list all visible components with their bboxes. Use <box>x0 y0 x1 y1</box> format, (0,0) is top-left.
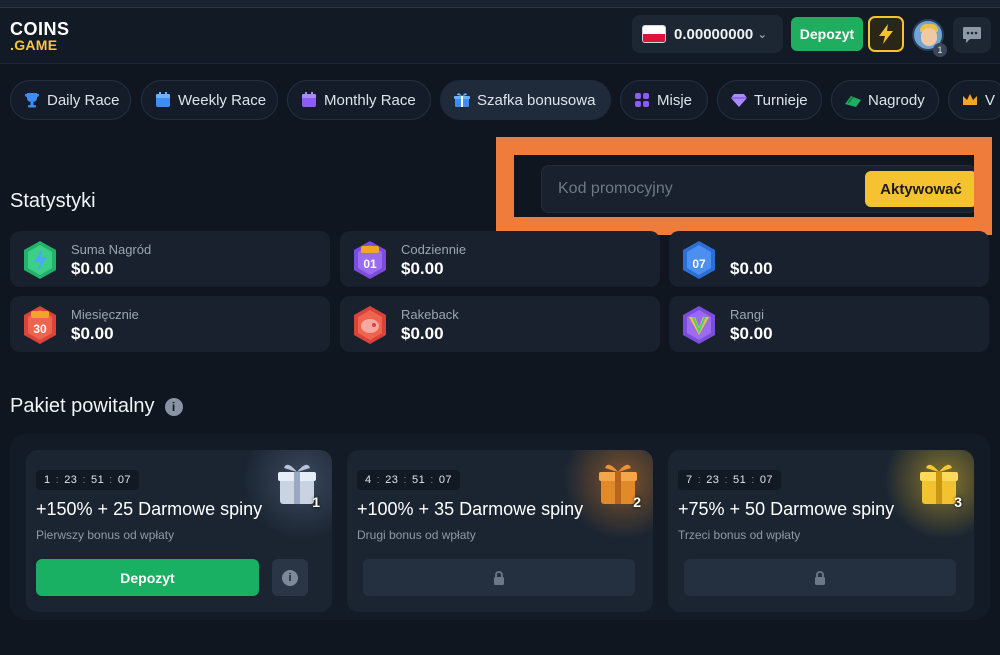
stat-weekly: 07 $0.00 <box>669 231 989 287</box>
locked-button <box>684 559 956 596</box>
crown-icon <box>963 94 977 105</box>
deposit-bonus-button[interactable]: Depozyt <box>36 559 259 596</box>
bonus-card-2: 4: 23: 51: 07 2 +100% + 35 Darmowe spiny… <box>347 450 653 612</box>
stat-value: $0.00 <box>401 259 444 278</box>
tab-daily-race[interactable]: Daily Race <box>10 80 131 120</box>
bonus-card-3: 7: 23: 51: 07 3 +75% + 50 Darmowe spiny … <box>668 450 974 612</box>
chat-button[interactable] <box>953 17 991 53</box>
lightning-button[interactable] <box>868 16 904 52</box>
poland-flag-icon <box>642 25 666 43</box>
tab-weekly-race[interactable]: Weekly Race <box>141 80 278 120</box>
stat-ranks: Rangi $0.00 <box>669 296 989 352</box>
stat-value: $0.00 <box>71 259 114 278</box>
svg-text:30: 30 <box>33 322 47 336</box>
tab-label: Daily Race <box>47 91 120 109</box>
svg-text:01: 01 <box>363 257 377 271</box>
rank-badge-icon <box>683 306 715 344</box>
logo[interactable]: COINS .GAME <box>10 20 70 52</box>
activate-button[interactable]: Aktywować <box>865 171 977 207</box>
stat-rakeback: Rakeback $0.00 <box>340 296 660 352</box>
trophy-icon <box>25 93 39 108</box>
tab-label: Misje <box>657 91 693 109</box>
bonus-tabs: Daily Race Weekly Race Monthly Race Szaf… <box>0 80 1000 122</box>
stat-label: Suma Nagród <box>71 242 152 257</box>
silver-gift-icon: 1 <box>276 460 320 510</box>
bonus-subtitle: Drugi bonus od wpłaty <box>357 528 476 542</box>
tab-bonus-locker[interactable]: Szafka bonusowa <box>440 80 611 120</box>
stat-value: $0.00 <box>401 324 444 343</box>
balance-amount: 0.00000000 <box>674 25 754 43</box>
tab-monthly-race[interactable]: Monthly Race <box>287 80 431 120</box>
balance-selector[interactable]: 0.00000000 ⌄ <box>632 15 783 53</box>
stat-label: Rakeback <box>401 307 459 322</box>
stat-value: $0.00 <box>71 324 114 343</box>
gold-gift-icon: 3 <box>918 460 962 510</box>
site-header: COINS .GAME 0.00000000 ⌄ Depozyt 1 <box>0 8 1000 64</box>
bronze-gift-icon: 2 <box>597 460 641 510</box>
tab-tournaments[interactable]: Turnieje <box>717 80 822 120</box>
tab-label: Nagrody <box>868 91 925 109</box>
deposit-button[interactable]: Depozyt <box>791 17 863 51</box>
tab-label: Weekly Race <box>178 91 267 109</box>
bonus-title: +100% + 35 Darmowe spiny <box>357 499 584 519</box>
stat-daily: 01 Codziennie $0.00 <box>340 231 660 287</box>
tab-vip[interactable]: V <box>948 80 1000 120</box>
calendar-month-icon <box>302 92 316 107</box>
tab-label: Szafka bonusowa <box>477 91 596 109</box>
day-01-badge-icon: 01 <box>354 241 386 279</box>
bonus-info-button[interactable]: i <box>272 559 308 596</box>
lock-icon <box>494 570 504 585</box>
stat-label: Rangi <box>730 307 764 322</box>
locked-button <box>363 559 635 596</box>
lightning-badge-icon <box>24 241 56 279</box>
countdown-timer: 7: 23: 51: 07 <box>678 470 782 490</box>
tab-label: V <box>985 91 996 109</box>
stats-title: Statystyki <box>10 190 96 212</box>
month-30-badge-icon: 30 <box>24 306 56 344</box>
welcome-title-text: Pakiet powitalny <box>10 395 155 417</box>
stat-label: Miesięcznie <box>71 307 139 322</box>
diamond-icon <box>731 94 747 107</box>
bonus-card-1: 1: 23: 51: 07 1 +150% + 25 Darmowe spiny… <box>26 450 332 612</box>
countdown-timer: 4: 23: 51: 07 <box>357 470 461 490</box>
tab-label: Monthly Race <box>324 91 416 109</box>
bonus-subtitle: Trzeci bonus od wpłaty <box>678 528 801 542</box>
week-07-badge-icon: 07 <box>683 241 715 279</box>
lock-icon <box>815 570 825 585</box>
lightning-icon <box>879 24 893 44</box>
calendar-icon <box>156 92 170 107</box>
svg-text:07: 07 <box>692 257 706 271</box>
info-icon: i <box>282 569 298 586</box>
gift-icon <box>454 93 470 107</box>
top-border <box>0 0 1000 8</box>
chevron-down-icon: ⌄ <box>757 27 768 41</box>
stat-monthly: 30 Miesięcznie $0.00 <box>10 296 330 352</box>
stat-label: Codziennie <box>401 242 467 257</box>
logo-line-1: COINS <box>10 19 70 39</box>
logo-line-2: .GAME <box>10 37 58 53</box>
piggy-badge-icon <box>354 306 386 344</box>
welcome-package-title: Pakiet powitalny i <box>10 395 183 418</box>
chat-icon <box>963 27 981 43</box>
tab-missions[interactable]: Misje <box>620 80 708 120</box>
grid-icon <box>635 93 649 107</box>
stat-total-rewards: Suma Nagród $0.00 <box>10 231 330 287</box>
bonus-title: +150% + 25 Darmowe spiny <box>36 499 263 519</box>
tab-label: Turnieje <box>754 91 808 109</box>
countdown-timer: 1: 23: 51: 07 <box>36 470 140 490</box>
stat-value: $0.00 <box>730 324 773 343</box>
cash-icon <box>845 96 861 107</box>
avatar-level-badge: 1 <box>933 43 947 57</box>
bonus-subtitle: Pierwszy bonus od wpłaty <box>36 528 175 542</box>
tab-rewards[interactable]: Nagrody <box>831 80 939 120</box>
info-icon[interactable]: i <box>164 397 183 416</box>
stat-value: $0.00 <box>730 259 773 278</box>
promo-code-box: Aktywować <box>541 165 977 213</box>
bonus-title: +75% + 50 Darmowe spiny <box>678 499 895 519</box>
promo-code-input[interactable] <box>558 166 858 212</box>
